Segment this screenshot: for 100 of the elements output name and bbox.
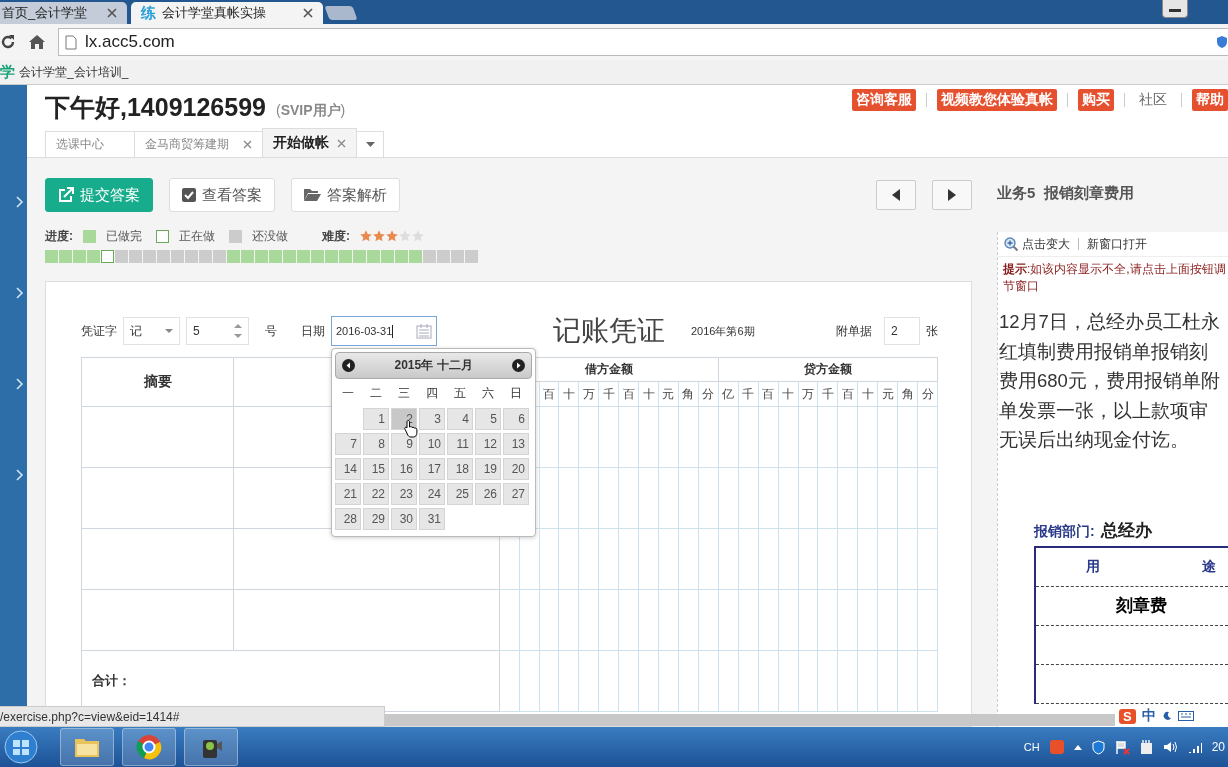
header-link[interactable]: 购买 xyxy=(1078,89,1114,111)
calendar-day[interactable]: 1 xyxy=(363,408,389,430)
language-indicator[interactable]: CH xyxy=(1023,741,1040,753)
page-tab[interactable]: 选课中心 xyxy=(45,131,135,157)
volume-icon[interactable] xyxy=(1162,740,1178,754)
show-hidden-icons-button[interactable] xyxy=(1073,744,1082,750)
taskbar-app-icon[interactable] xyxy=(184,728,238,766)
close-icon[interactable] xyxy=(337,138,346,148)
shield-icon[interactable] xyxy=(1091,739,1105,755)
weekday-label: 六 xyxy=(481,384,495,402)
spinner-arrows-icon[interactable] xyxy=(234,323,242,339)
calendar-day[interactable]: 31 xyxy=(419,508,445,530)
digit-header: 万 xyxy=(798,381,818,407)
browser-tab[interactable]: 练 会计学堂真帐实操 xyxy=(131,2,323,24)
weekday-label: 四 xyxy=(425,384,439,402)
horizontal-scrollbar[interactable] xyxy=(385,714,1115,726)
keyboard-icon xyxy=(1177,710,1194,722)
next-button[interactable] xyxy=(932,180,972,210)
signal-icon[interactable] xyxy=(1187,741,1202,753)
new-tab-button[interactable] xyxy=(324,6,358,20)
toolbar-button[interactable]: 查看答案 xyxy=(169,178,275,212)
shield-icon[interactable] xyxy=(1216,35,1228,49)
status-url: /exercise.php?c=view&eid=1414# xyxy=(0,706,385,727)
calendar-day[interactable]: 11 xyxy=(447,433,473,455)
weekday-label: 五 xyxy=(453,384,467,402)
calendar-day[interactable]: 22 xyxy=(363,483,389,505)
calendar-day[interactable]: 14 xyxy=(335,458,361,480)
digit-header: 千 xyxy=(598,381,619,407)
calendar-day[interactable]: 20 xyxy=(503,458,529,480)
calendar-day[interactable]: 25 xyxy=(447,483,473,505)
progress-square[interactable] xyxy=(101,250,114,263)
calendar-day[interactable]: 18 xyxy=(447,458,473,480)
taskbar-app-icon[interactable] xyxy=(60,728,114,766)
previous-button[interactable] xyxy=(876,180,916,210)
address-field[interactable]: lx.acc5.com xyxy=(58,28,1228,56)
calendar-day[interactable]: 30 xyxy=(391,508,417,530)
calendar-day[interactable]: 12 xyxy=(475,433,501,455)
star-icon xyxy=(360,230,372,242)
page-tab[interactable]: 开始做帐 xyxy=(262,128,357,157)
calendar-day[interactable]: 19 xyxy=(475,458,501,480)
calendar-day[interactable]: 4 xyxy=(447,408,473,430)
zoom-link[interactable]: 点击变大 xyxy=(1022,235,1070,253)
calendar-day[interactable]: 3 xyxy=(419,408,445,430)
new-window-link[interactable]: 新窗口打开 xyxy=(1087,235,1147,253)
taskbar-app-icon[interactable] xyxy=(122,728,176,766)
digit-header: 分 xyxy=(917,381,938,407)
chevron-icon[interactable] xyxy=(16,469,24,481)
calendar-day[interactable]: 16 xyxy=(391,458,417,480)
date-field[interactable]: 2016-03-31 xyxy=(331,316,437,346)
department-value: 总经办 xyxy=(1100,518,1152,542)
voucher-type-select[interactable]: 记 xyxy=(123,317,180,345)
close-icon[interactable] xyxy=(107,8,117,18)
calendar-day[interactable]: 27 xyxy=(503,483,529,505)
moon-icon xyxy=(1161,711,1172,721)
header-link[interactable]: 咨询客服 xyxy=(852,89,916,111)
next-month-button[interactable] xyxy=(512,359,525,372)
form-item: 刻章费 xyxy=(1116,594,1167,617)
close-icon[interactable] xyxy=(243,140,252,149)
calendar-day[interactable]: 7 xyxy=(335,433,361,455)
calendar-day[interactable]: 5 xyxy=(475,408,501,430)
browser-tab[interactable]: 首页_会计学堂 xyxy=(0,2,127,24)
calendar-day[interactable]: 26 xyxy=(475,483,501,505)
calendar-day[interactable]: 23 xyxy=(391,483,417,505)
start-button[interactable] xyxy=(4,730,38,764)
attachments-field[interactable]: 2 xyxy=(884,317,920,345)
header-link[interactable]: 视频教您体验真帐 xyxy=(937,89,1057,111)
header-link[interactable]: 社区 xyxy=(1135,89,1171,111)
digit-header: 十 xyxy=(558,381,579,407)
previous-month-button[interactable] xyxy=(342,359,355,372)
chevron-icon[interactable] xyxy=(16,196,24,208)
home-icon[interactable] xyxy=(28,34,46,50)
header-link[interactable]: 帮助 xyxy=(1192,89,1228,111)
minimize-button[interactable] xyxy=(1162,0,1188,18)
toolbar-button[interactable]: 答案解析 xyxy=(291,178,400,212)
calendar-day[interactable]: 21 xyxy=(335,483,361,505)
calendar-day[interactable]: 29 xyxy=(363,508,389,530)
voucher-number-field[interactable]: 5 xyxy=(186,317,249,345)
input-method-icon[interactable] xyxy=(1049,740,1064,754)
clock[interactable]: 20 xyxy=(1211,740,1225,754)
close-icon[interactable] xyxy=(303,8,313,18)
device-icon[interactable] xyxy=(1139,739,1153,755)
external-link-icon xyxy=(58,187,74,203)
calendar-icon[interactable] xyxy=(416,323,432,339)
calendar-day[interactable]: 15 xyxy=(363,458,389,480)
calendar-day[interactable]: 28 xyxy=(335,508,361,530)
user-level: (SVIP用户) xyxy=(276,102,346,120)
calendar-day[interactable]: 10 xyxy=(419,433,445,455)
reload-icon[interactable] xyxy=(0,34,16,50)
calendar-day[interactable]: 6 xyxy=(503,408,529,430)
calendar-day[interactable]: 24 xyxy=(419,483,445,505)
calendar-day[interactable]: 8 xyxy=(363,433,389,455)
chevron-icon[interactable] xyxy=(16,287,24,299)
bookmark-link[interactable]: 会计学堂_会计培训_ xyxy=(19,63,129,81)
tabs-dropdown-button[interactable] xyxy=(356,131,384,157)
digit-header: 十 xyxy=(857,381,878,407)
calendar-day[interactable]: 17 xyxy=(419,458,445,480)
zoom-in-icon[interactable] xyxy=(1004,236,1019,252)
chevron-icon[interactable] xyxy=(16,378,24,390)
calendar-day[interactable]: 13 xyxy=(503,433,529,455)
flag-icon[interactable] xyxy=(1114,739,1130,755)
